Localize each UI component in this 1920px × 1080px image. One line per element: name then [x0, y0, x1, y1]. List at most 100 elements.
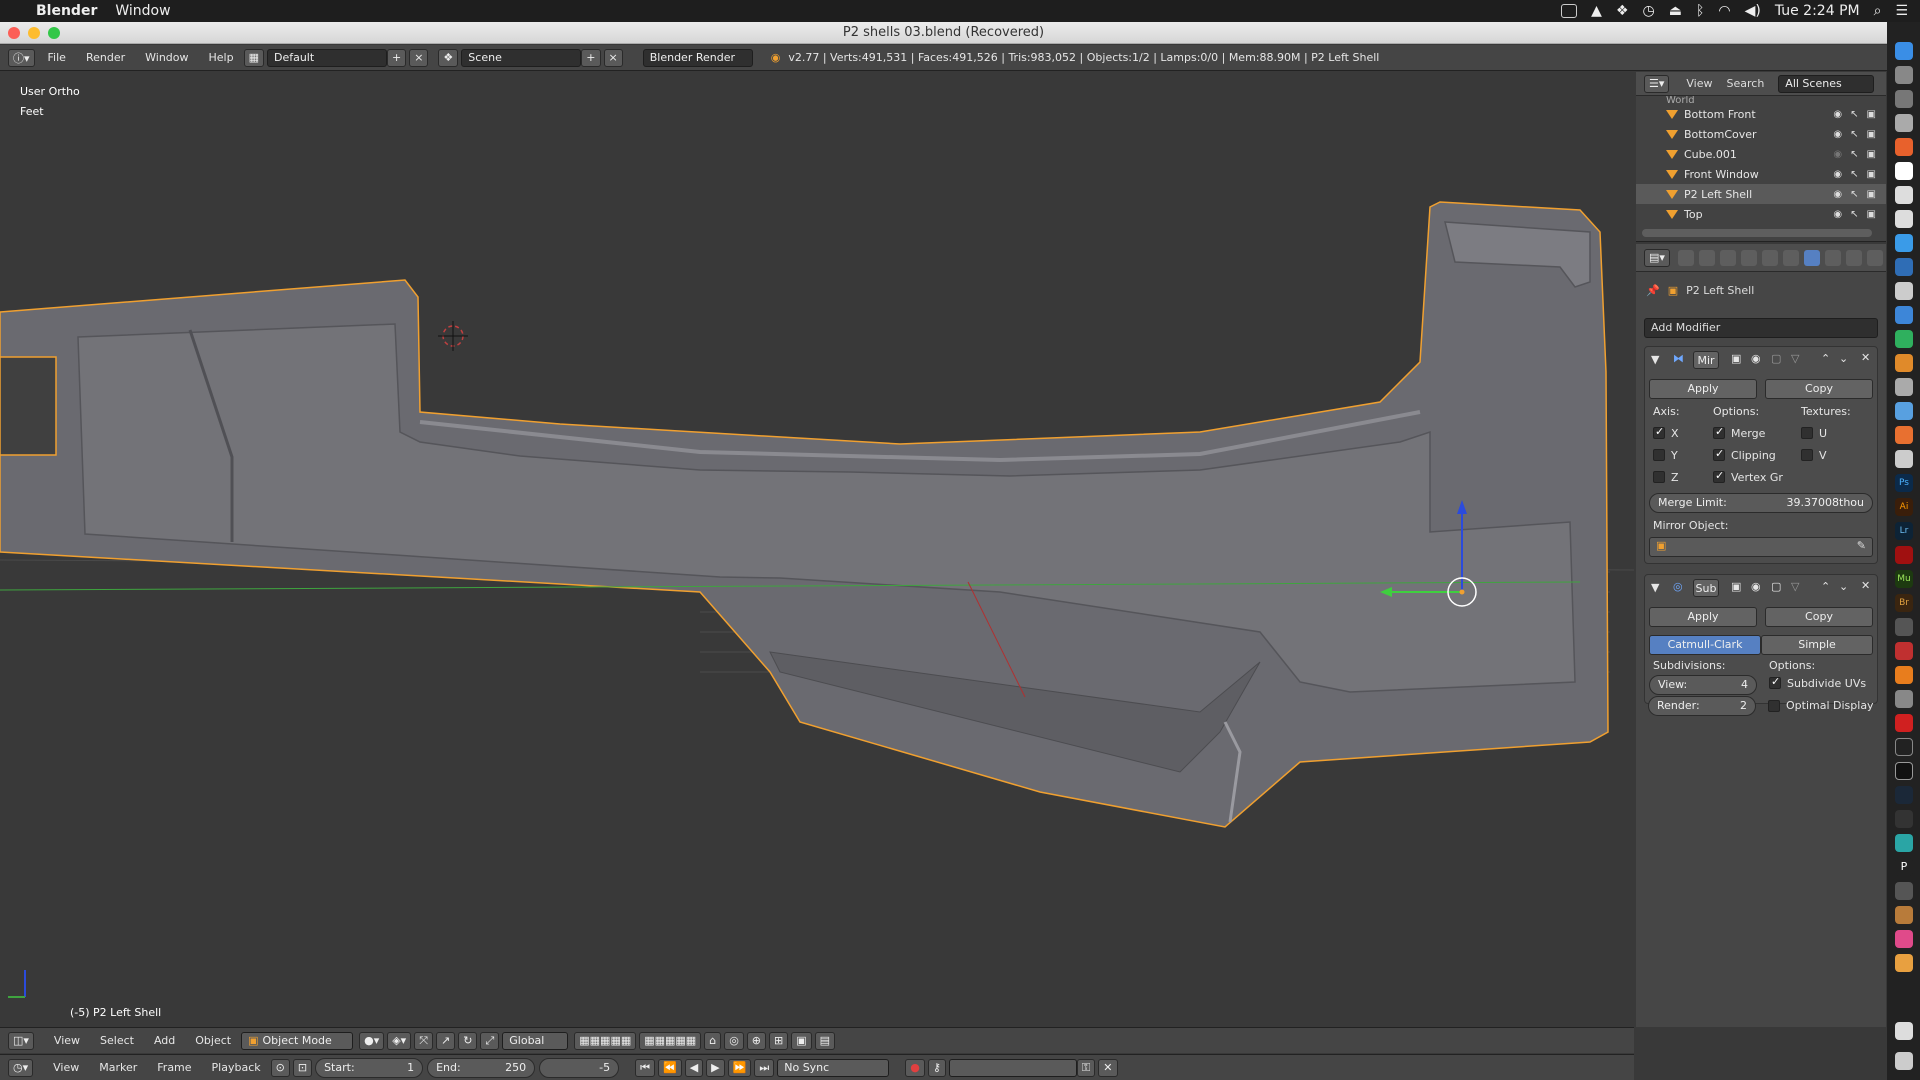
snap-toggle-icon[interactable]: ⊕: [746, 1031, 767, 1050]
outliner-item-world[interactable]: World: [1636, 96, 1886, 104]
select-cursor-icon[interactable]: ↖: [1850, 209, 1858, 220]
move-up-icon[interactable]: ⌃: [1821, 580, 1830, 593]
scale-manipulator-icon[interactable]: ⤢: [480, 1031, 500, 1050]
select-cursor-icon[interactable]: ↖: [1850, 149, 1858, 160]
select-cursor-icon[interactable]: ↖: [1850, 169, 1858, 180]
add-layout-icon[interactable]: +: [386, 48, 407, 67]
scene-tab-icon[interactable]: [1719, 249, 1736, 266]
layers-grid-icon-2[interactable]: ▦▦▦▦▦: [639, 1031, 702, 1050]
editor-type-icon[interactable]: ⓘ▾: [8, 48, 35, 67]
messages-icon[interactable]: [1895, 234, 1913, 252]
clock[interactable]: Tue 2:24 PM: [1775, 3, 1860, 19]
delete-keyframe-icon[interactable]: ✕: [1098, 1058, 1118, 1077]
drive-icon[interactable]: ▲: [1591, 3, 1602, 19]
safari-icon[interactable]: [1895, 114, 1913, 132]
outliner-item[interactable]: Bottom Front ◉ ↖ ▣: [1636, 104, 1886, 124]
render-icon[interactable]: ▣: [1867, 149, 1876, 160]
layout-select[interactable]: Default: [266, 48, 387, 67]
firefox-icon[interactable]: [1895, 138, 1913, 156]
render-toggle-icon[interactable]: ▣: [1731, 580, 1741, 593]
viewport-editor-icon[interactable]: ◫▾: [8, 1031, 34, 1050]
textedit-icon[interactable]: [1895, 450, 1913, 468]
outliner-scrollbar[interactable]: [1642, 229, 1872, 237]
outliner-search-menu[interactable]: Search: [1727, 77, 1765, 90]
3d-viewport[interactable]: [0, 72, 1634, 1027]
scene-icon[interactable]: ❖: [438, 48, 459, 67]
viewport-menu-select[interactable]: Select: [90, 1034, 144, 1047]
material-tab-icon[interactable]: [1845, 249, 1862, 266]
select-cursor-icon[interactable]: ↖: [1850, 189, 1858, 200]
remove-modifier-icon[interactable]: ✕: [1861, 579, 1870, 592]
app-icon-brown[interactable]: [1895, 906, 1913, 924]
visibility-icon[interactable]: ◉: [1833, 189, 1842, 200]
illustrator-icon[interactable]: Ai: [1895, 498, 1913, 516]
chrome-icon[interactable]: [1895, 426, 1913, 444]
3d-cursor[interactable]: [438, 321, 468, 351]
move-up-icon[interactable]: ⌃: [1821, 352, 1830, 365]
vertex-groups-checkbox[interactable]: [1713, 469, 1725, 483]
app-icon-dark[interactable]: [1895, 810, 1913, 828]
preview-icon[interactable]: [1895, 378, 1913, 396]
texture-u-checkbox[interactable]: [1801, 427, 1813, 439]
launchpad-icon[interactable]: [1895, 66, 1913, 84]
spotlight-icon[interactable]: ⌕: [1874, 3, 1882, 19]
mode-select[interactable]: ▣ Object Mode: [241, 1031, 354, 1050]
axis-y-checkbox[interactable]: [1653, 449, 1665, 461]
outliner-filter-select[interactable]: All Scenes: [1778, 74, 1875, 93]
opengl-render-icon[interactable]: ▣: [791, 1031, 812, 1050]
visibility-icon[interactable]: ◉: [1833, 209, 1842, 220]
render-icon[interactable]: ▣: [1867, 169, 1876, 180]
editmode-toggle-icon[interactable]: ▢: [1771, 580, 1781, 593]
mirror-name-field[interactable]: Mir: [1693, 351, 1719, 369]
manipulator-toggle-icon[interactable]: ⤧: [414, 1031, 434, 1050]
clipping-checkbox[interactable]: [1713, 447, 1725, 461]
jump-start-icon[interactable]: ⏮: [635, 1058, 655, 1077]
bluetooth-icon[interactable]: ᛒ: [1696, 3, 1704, 19]
constraints-tab-icon[interactable]: [1782, 249, 1799, 266]
play-reverse-icon[interactable]: ◀: [684, 1058, 704, 1077]
app-icon-gray[interactable]: [1895, 690, 1913, 708]
menu-render[interactable]: Render: [76, 51, 135, 64]
merge-limit-field[interactable]: Merge Limit: 39.37008thou: [1649, 493, 1873, 513]
move-down-icon[interactable]: ⌄: [1839, 580, 1848, 593]
cage-toggle-icon[interactable]: ▽: [1791, 352, 1799, 365]
mirror-apply-button[interactable]: Apply: [1649, 379, 1757, 399]
bridge-icon[interactable]: Br: [1895, 594, 1913, 612]
app-icon-orange[interactable]: [1895, 954, 1913, 972]
simple-toggle[interactable]: Simple: [1761, 635, 1873, 655]
render-icon[interactable]: ▣: [1867, 129, 1876, 140]
photos-icon[interactable]: [1895, 282, 1913, 300]
notes-icon[interactable]: [1895, 186, 1913, 204]
add-scene-icon[interactable]: +: [581, 48, 601, 67]
maps-icon[interactable]: [1895, 402, 1913, 420]
volume-icon[interactable]: ◀): [1745, 3, 1761, 19]
record-icon[interactable]: ●: [905, 1058, 925, 1077]
finder-icon[interactable]: [1895, 42, 1913, 60]
object-tab-icon[interactable]: [1761, 249, 1778, 266]
view-levels-field[interactable]: View: 4: [1649, 675, 1757, 695]
select-cursor-icon[interactable]: ↖: [1850, 129, 1858, 140]
visibility-icon[interactable]: ◉: [1833, 109, 1842, 120]
optimal-display-checkbox[interactable]: [1768, 700, 1780, 712]
axis-z-checkbox[interactable]: [1653, 471, 1665, 483]
insert-keyframe-icon[interactable]: ⚿: [1076, 1058, 1096, 1077]
collapse-icon[interactable]: ▼: [1651, 353, 1659, 366]
blender-dock-icon[interactable]: [1895, 666, 1913, 684]
render-engine-select[interactable]: Blender Render: [642, 48, 753, 67]
texture-tab-icon[interactable]: [1866, 249, 1883, 266]
render-icon[interactable]: ▣: [1867, 209, 1876, 220]
current-frame-field[interactable]: -5: [539, 1057, 620, 1078]
lock-layers-icon[interactable]: ⌂: [704, 1031, 722, 1050]
outliner-item[interactable]: Cube.001 ◉ ↖ ▣: [1636, 144, 1886, 164]
visibility-icon[interactable]: ◉: [1833, 129, 1842, 140]
epic-launcher-icon[interactable]: [1895, 738, 1913, 756]
pages-icon[interactable]: [1895, 354, 1913, 372]
outliner-editor-icon[interactable]: ☰▾: [1644, 74, 1670, 93]
mail-icon[interactable]: [1895, 258, 1913, 276]
acrobat-icon[interactable]: [1895, 546, 1913, 564]
steam-icon[interactable]: [1895, 786, 1913, 804]
transform-orientation-select[interactable]: Global: [502, 1031, 569, 1050]
next-keyframe-icon[interactable]: ⏩: [727, 1058, 752, 1077]
app-icon-teal[interactable]: [1895, 834, 1913, 852]
status-icon[interactable]: [1561, 4, 1578, 18]
